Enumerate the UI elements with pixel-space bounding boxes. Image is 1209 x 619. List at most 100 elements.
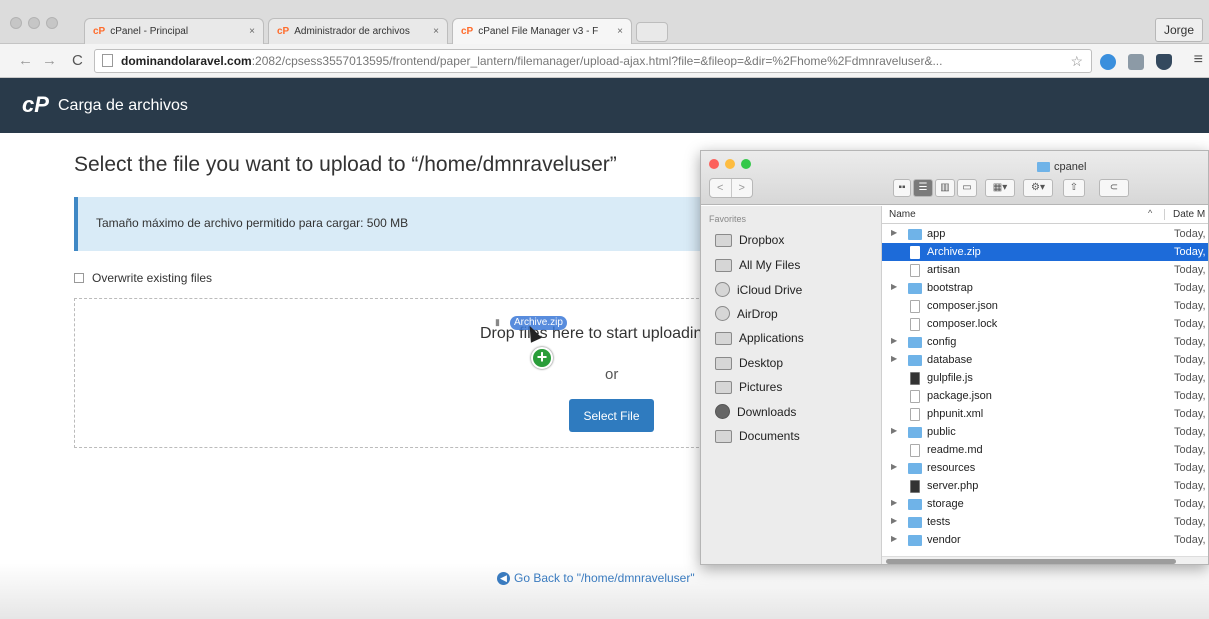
file-row[interactable]: readme.md Today, bbox=[882, 441, 1208, 459]
back-arrow-icon[interactable]: ← bbox=[18, 52, 33, 69]
finder-close-dot[interactable] bbox=[709, 159, 719, 169]
browser-menu-icon[interactable]: ≡ bbox=[1194, 51, 1203, 69]
close-icon[interactable]: × bbox=[433, 26, 439, 37]
finder-forward-button[interactable]: > bbox=[732, 179, 753, 197]
scrollbar-thumb[interactable] bbox=[886, 559, 1176, 564]
file-row[interactable]: composer.lock Today, bbox=[882, 315, 1208, 333]
finder-minimize-dot[interactable] bbox=[725, 159, 735, 169]
file-row[interactable]: ▶ vendor Today, bbox=[882, 531, 1208, 549]
finder-window[interactable]: cpanel < > ▪▪ ☰ ▥ ▭ ▦▾ ⚙▾ ⇧ ⊂ Favorites … bbox=[700, 150, 1209, 565]
reload-icon[interactable]: C bbox=[72, 52, 83, 69]
address-bar[interactable]: dominandolaravel.com:2082/cpsess35570135… bbox=[94, 49, 1092, 73]
tab-label: Administrador de archivos bbox=[294, 26, 410, 37]
sidebar-item-icloud-drive[interactable]: iCloud Drive bbox=[715, 282, 802, 297]
file-name: app bbox=[927, 228, 946, 240]
tab-file-administrator[interactable]: cP Administrador de archivos × bbox=[268, 18, 448, 44]
window-close-dot[interactable] bbox=[10, 17, 22, 29]
url-host: dominandolaravel.com bbox=[121, 54, 252, 68]
profile-button[interactable]: Jorge bbox=[1154, 18, 1203, 42]
disclosure-triangle-icon[interactable]: ▶ bbox=[891, 462, 897, 471]
finder-zoom-dot[interactable] bbox=[741, 159, 751, 169]
all-files-icon bbox=[715, 258, 732, 272]
pocket-icon[interactable] bbox=[1156, 54, 1172, 70]
column-header-date[interactable]: Date M bbox=[1164, 209, 1205, 220]
column-view-icon[interactable]: ▥ bbox=[935, 179, 955, 197]
sidebar-item-documents[interactable]: Documents bbox=[715, 429, 800, 443]
file-row[interactable]: ▶ resources Today, bbox=[882, 459, 1208, 477]
folder-icon bbox=[1037, 162, 1050, 172]
file-row[interactable]: composer.json Today, bbox=[882, 297, 1208, 315]
overwrite-option[interactable]: Overwrite existing files bbox=[74, 271, 212, 285]
close-icon[interactable]: × bbox=[617, 26, 623, 37]
file-row[interactable]: ▶ app Today, bbox=[882, 225, 1208, 243]
sidebar-item-all-my-files[interactable]: All My Files bbox=[715, 258, 800, 272]
column-header-name[interactable]: Name bbox=[889, 209, 916, 220]
sidebar-item-desktop[interactable]: Desktop bbox=[715, 356, 783, 370]
file-row[interactable]: Archive.zip Today, bbox=[882, 243, 1208, 261]
file-row[interactable]: ▶ storage Today, bbox=[882, 495, 1208, 513]
extension-image-icon[interactable] bbox=[1128, 54, 1144, 70]
disclosure-triangle-icon[interactable]: ▶ bbox=[891, 498, 897, 507]
file-name: config bbox=[927, 336, 957, 348]
select-file-button[interactable]: Select File bbox=[569, 399, 654, 432]
dragged-file-icon: ▮ bbox=[495, 317, 500, 327]
action-gear-icon[interactable]: ⚙▾ bbox=[1023, 179, 1053, 197]
file-row[interactable]: ▶ tests Today, bbox=[882, 513, 1208, 531]
window-minimize-dot[interactable] bbox=[28, 17, 40, 29]
back-circle-icon: ◀ bbox=[497, 571, 510, 585]
disclosure-triangle-icon[interactable]: ▶ bbox=[891, 282, 897, 291]
page-icon bbox=[102, 54, 113, 67]
tab-file-manager-v3[interactable]: cP cPanel File Manager v3 - F × bbox=[452, 18, 632, 44]
close-icon[interactable]: × bbox=[249, 26, 255, 37]
address-toolbar: ← → C dominandolaravel.com:2082/cpsess35… bbox=[0, 44, 1209, 78]
file-name: tests bbox=[927, 516, 951, 528]
list-view-icon[interactable]: ☰ bbox=[913, 179, 933, 197]
disclosure-triangle-icon[interactable]: ▶ bbox=[891, 426, 897, 435]
file-date: Today, bbox=[1174, 498, 1206, 510]
max-size-alert: Tamaño máximo de archivo permitido para … bbox=[74, 197, 714, 251]
bookmark-star-icon[interactable]: ☆ bbox=[1070, 50, 1083, 72]
cpanel-logo[interactable]: cP bbox=[22, 92, 49, 118]
max-size-text: Tamaño máximo de archivo permitido para … bbox=[96, 216, 409, 230]
file-row[interactable]: phpunit.xml Today, bbox=[882, 405, 1208, 423]
disclosure-triangle-icon[interactable]: ▶ bbox=[891, 228, 897, 237]
file-row[interactable]: package.json Today, bbox=[882, 387, 1208, 405]
disclosure-triangle-icon[interactable]: ▶ bbox=[891, 516, 897, 525]
tab-cpanel-principal[interactable]: cP cPanel - Principal × bbox=[84, 18, 264, 44]
forward-arrow-icon[interactable]: → bbox=[42, 52, 57, 69]
file-row[interactable]: ▶ bootstrap Today, bbox=[882, 279, 1208, 297]
file-row[interactable]: server.php Today, bbox=[882, 477, 1208, 495]
overwrite-checkbox[interactable] bbox=[74, 273, 84, 283]
folder-icon bbox=[908, 337, 922, 348]
file-row[interactable]: ▶ database Today, bbox=[882, 351, 1208, 369]
share-icon[interactable]: ⇧ bbox=[1063, 179, 1085, 197]
page-title: Carga de archivos bbox=[58, 97, 188, 114]
finder-back-button[interactable]: < bbox=[710, 179, 732, 197]
sidebar-item-airdrop[interactable]: AirDrop bbox=[715, 306, 778, 321]
cover-flow-icon[interactable]: ▭ bbox=[957, 179, 977, 197]
new-tab-button[interactable] bbox=[636, 22, 668, 42]
file-name: gulpfile.js bbox=[927, 372, 973, 384]
disclosure-triangle-icon[interactable]: ▶ bbox=[891, 354, 897, 363]
extension-chat-icon[interactable] bbox=[1100, 54, 1116, 70]
horizontal-scrollbar[interactable] bbox=[882, 556, 1208, 564]
window-zoom-dot[interactable] bbox=[46, 17, 58, 29]
sidebar-item-applications[interactable]: Applications bbox=[715, 331, 804, 345]
file-row[interactable]: gulpfile.js Today, bbox=[882, 369, 1208, 387]
arrange-menu-icon[interactable]: ▦▾ bbox=[985, 179, 1015, 197]
file-name: composer.lock bbox=[927, 318, 998, 330]
disclosure-triangle-icon[interactable]: ▶ bbox=[891, 534, 897, 543]
file-row[interactable]: ▶ config Today, bbox=[882, 333, 1208, 351]
file-row[interactable]: ▶ public Today, bbox=[882, 423, 1208, 441]
sidebar-item-pictures[interactable]: Pictures bbox=[715, 380, 782, 394]
sidebar-item-label: Documents bbox=[739, 429, 800, 443]
file-row[interactable]: artisan Today, bbox=[882, 261, 1208, 279]
airdrop-icon bbox=[715, 306, 730, 321]
sidebar-item-dropbox[interactable]: Dropbox bbox=[715, 233, 784, 247]
tag-icon[interactable]: ⊂ bbox=[1099, 179, 1129, 197]
sidebar-item-downloads[interactable]: Downloads bbox=[715, 404, 796, 419]
go-back-link[interactable]: ◀ Go Back to "/home/dmnraveluser" bbox=[497, 571, 695, 585]
disclosure-triangle-icon[interactable]: ▶ bbox=[891, 336, 897, 345]
folder-icon bbox=[908, 463, 922, 474]
icon-view-icon[interactable]: ▪▪ bbox=[893, 179, 911, 197]
